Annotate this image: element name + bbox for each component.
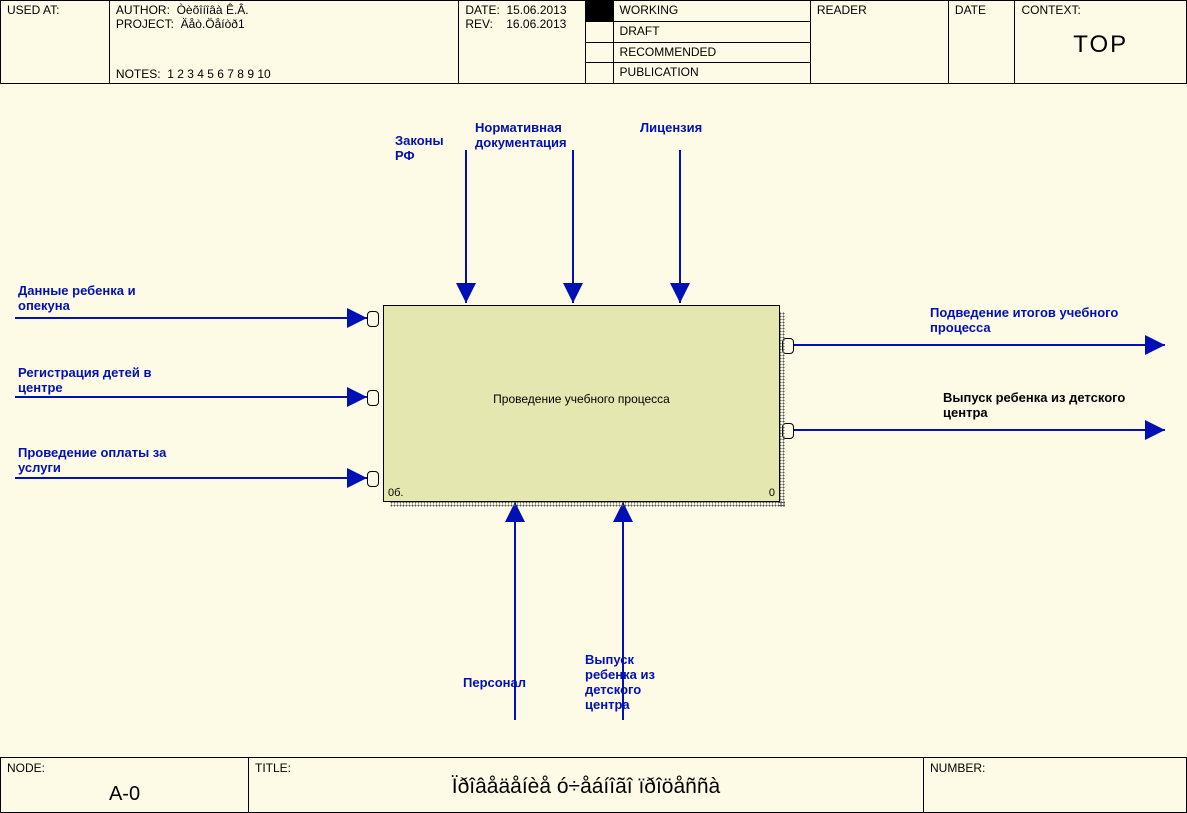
title-cell: TITLE: Ïðîâåäåíèå ó÷åáíîãî ïðîöåññà	[249, 758, 924, 813]
project-label: PROJECT:	[116, 17, 174, 31]
reader-cell: READER	[810, 1, 948, 84]
date2-cell: DATE	[948, 1, 1015, 84]
node-label: NODE:	[7, 761, 45, 775]
mechanism-label-2: Выпуск ребенка из детского центра	[585, 652, 680, 712]
working-cell: WORKING	[613, 1, 810, 22]
title-value: Ïðîâåäåíèå ó÷åáíîãî ïðîöåññà	[255, 775, 917, 799]
date-label: DATE:	[465, 3, 499, 17]
control-label-3: Лицензия	[640, 120, 720, 135]
notes-label: NOTES:	[116, 67, 161, 81]
control-label-2: Нормативная документация	[475, 120, 585, 150]
project-value: Äåò.Öåíòð1	[181, 17, 245, 31]
draft-cell: DRAFT	[613, 21, 810, 42]
header-table: USED AT: AUTHOR: Òèõîíîâà Ê.Â. PROJECT: …	[0, 0, 1187, 84]
rev-value: 16.06.2013	[506, 17, 566, 31]
diagram-area: Проведение учебного процесса 0б. 0 Закон…	[0, 100, 1187, 750]
context-cell: CONTEXT: TOP	[1015, 1, 1187, 84]
recommended-cell: RECOMMENDED	[613, 42, 810, 63]
tunnel-bracket	[367, 390, 379, 406]
working-marker	[586, 1, 613, 22]
context-label: CONTEXT:	[1021, 3, 1180, 17]
date2-label: DATE	[955, 3, 986, 17]
process-title: Проведение учебного процесса	[384, 392, 779, 406]
publication-cell: PUBLICATION	[613, 63, 810, 84]
recommended-marker	[586, 42, 613, 63]
rev-label: REV:	[465, 17, 493, 31]
title-label: TITLE:	[255, 761, 291, 775]
output-label-1: Подведение итогов учебного процесса	[930, 305, 1140, 335]
node-value: A-0	[7, 775, 242, 806]
draft-marker	[586, 21, 613, 42]
author-label: AUTHOR:	[116, 3, 170, 17]
tunnel-bracket	[367, 471, 379, 487]
publication-marker	[586, 63, 613, 84]
footer-table: NODE: A-0 TITLE: Ïðîâåäåíèå ó÷åáíîãî ïðî…	[0, 757, 1187, 813]
number-cell: NUMBER:	[924, 758, 1187, 813]
date-value: 15.06.2013	[506, 3, 566, 17]
input-label-2: Регистрация детей в центре	[18, 365, 178, 395]
author-value: Òèõîíîâà Ê.Â.	[177, 3, 249, 17]
tunnel-bracket	[367, 311, 379, 327]
idef0-diagram: USED AT: AUTHOR: Òèõîíîâà Ê.Â. PROJECT: …	[0, 0, 1187, 813]
notes-value: 1 2 3 4 5 6 7 8 9 10	[167, 67, 270, 81]
date-cell: DATE: 15.06.2013 REV: 16.06.2013	[459, 1, 586, 84]
process-box: Проведение учебного процесса 0б. 0	[383, 305, 780, 502]
process-code-left: 0б.	[388, 487, 403, 499]
author-cell: AUTHOR: Òèõîíîâà Ê.Â. PROJECT: Äåò.Öåíòð…	[109, 1, 458, 84]
input-label-3: Проведение оплаты за услуги	[18, 445, 168, 475]
node-cell: NODE: A-0	[1, 758, 249, 813]
process-code-right: 0	[769, 487, 775, 499]
context-value: TOP	[1021, 17, 1180, 59]
control-label-1: Законы РФ	[395, 133, 455, 163]
output-label-2: Выпуск ребенка из детского центра	[943, 390, 1153, 420]
reader-label: READER	[817, 3, 867, 17]
mechanism-label-1: Персонал	[463, 675, 526, 690]
input-label-1: Данные ребенка и опекуна	[18, 283, 168, 313]
number-label: NUMBER:	[930, 761, 985, 775]
used-at-cell: USED AT:	[1, 1, 110, 84]
